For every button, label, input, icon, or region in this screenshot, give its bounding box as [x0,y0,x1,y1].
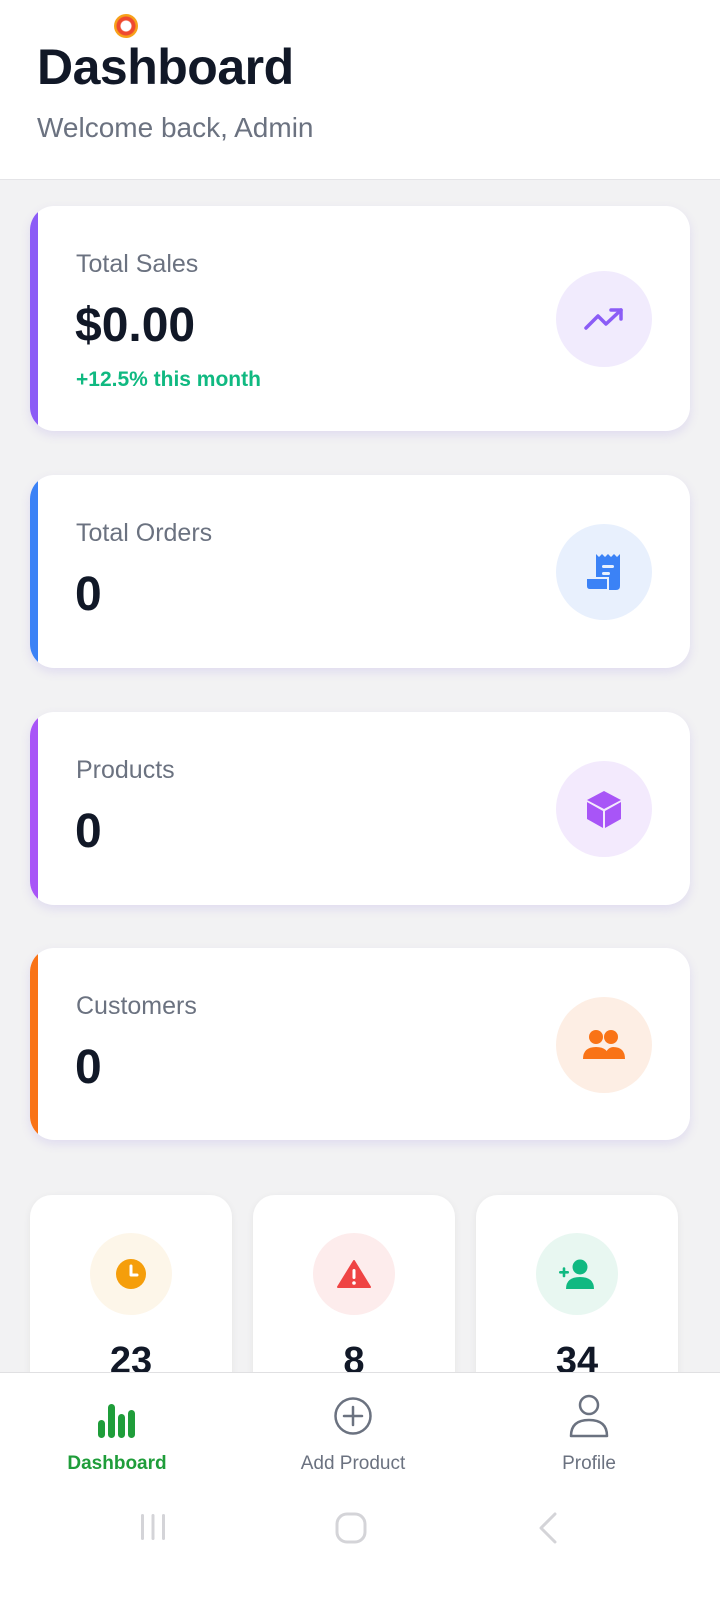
nav-label: Profile [562,1453,616,1474]
bottom-nav: Dashboard Add Product Profile [0,1372,720,1482]
stat-card-customers[interactable]: Customers 0 [30,948,690,1140]
stat-label: Customers [76,992,197,1020]
page-title: Dashboard [37,39,294,95]
warning-icon [313,1233,395,1315]
nav-label: Add Product [300,1453,406,1474]
stat-label: Total Orders [76,519,213,547]
nav-label: Dashboard [67,1453,167,1474]
stat-card-total-orders[interactable]: Total Orders 0 [30,475,690,668]
header: Dashboard Welcome back, Admin [0,0,720,180]
cube-icon [556,761,652,857]
home-icon[interactable] [335,1512,367,1549]
recents-icon[interactable] [138,1512,168,1547]
system-nav-bar [0,1482,720,1600]
nav-item-add-product[interactable]: Add Product [253,1373,453,1483]
plus-circle-icon [333,1393,373,1439]
bar-chart-icon [97,1393,137,1439]
clock-icon [90,1233,172,1315]
stat-card-products[interactable]: Products 0 [30,712,690,905]
nav-item-dashboard[interactable]: Dashboard [17,1373,217,1483]
stat-value: 0 [75,805,102,858]
stat-label: Products [76,756,175,784]
stat-label: Total Sales [76,250,199,278]
stat-card-total-sales[interactable]: Total Sales $0.00 +12.5% this month [30,206,690,431]
stat-value: $0.00 [75,299,196,352]
page-subtitle: Welcome back, Admin [37,112,314,143]
person-icon [569,1393,609,1439]
screen-record-icon[interactable] [114,14,138,38]
trending-up-icon [556,271,652,367]
receipt-icon [556,524,652,620]
back-icon[interactable] [538,1512,558,1549]
nav-item-profile[interactable]: Profile [489,1373,689,1483]
stat-change: +12.5% this month [76,368,261,391]
add-person-icon [536,1233,618,1315]
stat-value: 0 [75,1041,102,1094]
people-icon [556,997,652,1093]
stat-value: 0 [75,568,102,621]
